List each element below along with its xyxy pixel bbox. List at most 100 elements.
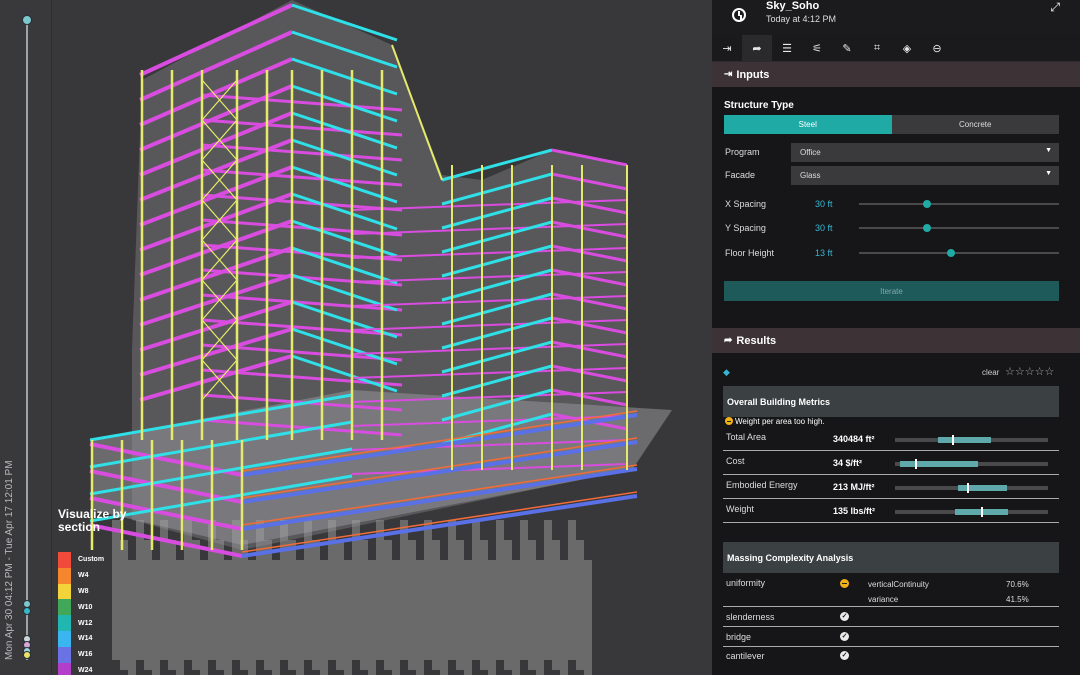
foundation-pile [464, 560, 472, 675]
legend-label: W12 [78, 619, 93, 627]
foundation-pile [472, 520, 480, 660]
legend-swatch [58, 552, 71, 568]
foundation-pile [544, 520, 552, 660]
metric-value: 34 $/ft² [833, 458, 863, 468]
sign-in-icon[interactable]: ⇥ [712, 35, 742, 62]
foundation-pile [408, 540, 416, 670]
search-minus-icon[interactable]: ⊖ [922, 35, 952, 62]
timeline-version-dot[interactable] [23, 607, 31, 615]
foundation-pile [448, 520, 456, 660]
warning-text: Weight per area too high. [735, 417, 825, 426]
foundation-pile [568, 520, 576, 660]
structure-type-toggle: Steel Concrete [724, 115, 1059, 134]
detail-name: verticalContinuity [868, 580, 929, 589]
timeline-track [26, 20, 28, 660]
slider-handle[interactable] [923, 224, 931, 232]
sign-out-icon[interactable]: ➦ [742, 35, 772, 62]
slider-handle[interactable] [923, 200, 931, 208]
slider-handle[interactable] [947, 249, 955, 257]
building-model[interactable] [52, 0, 712, 675]
massing-row-slenderness: slenderness ✓ [723, 608, 1059, 627]
clock-icon[interactable] [732, 8, 746, 22]
inputs-section-header[interactable]: ⇥ Inputs [712, 62, 1080, 87]
foundation-pile [504, 540, 512, 670]
foundation-pile [360, 540, 368, 670]
project-header: Sky_Soho Today at 4:12 PM ⤢ [712, 0, 1080, 35]
legend-label: W10 [78, 603, 93, 611]
foundation-pile [192, 540, 200, 670]
legend-swatch [58, 646, 71, 663]
legend-item: W24 [58, 662, 148, 675]
overall-metrics-header: Overall Building Metrics [723, 386, 1059, 417]
crop-icon[interactable]: ⌗ [862, 35, 892, 62]
foundation-pile [320, 560, 328, 675]
foundation-pile [400, 520, 408, 660]
expand-icon[interactable]: ⤢ [1050, 0, 1060, 15]
history-timeline[interactable]: Mon Apr 30 04:12 PM - Tue Apr 17 12:01 P… [0, 0, 52, 675]
legend-swatch [58, 583, 71, 600]
metric-label: Total Area [726, 432, 767, 442]
foundation-pile [528, 540, 536, 670]
legend-label: W8 [78, 587, 89, 595]
program-value: Office [800, 148, 821, 157]
inputs-title: Inputs [736, 68, 770, 81]
foundation-pile [392, 560, 400, 675]
metric-range-bar [895, 459, 1048, 469]
sliders-icon[interactable]: ⚟ [802, 35, 832, 62]
facade-value: Glass [800, 171, 821, 180]
massing-label: bridge [726, 632, 752, 642]
foundation-pile [424, 520, 432, 660]
foundation-pile [200, 560, 208, 675]
toolbar: ⇥ ➦ ☰ ⚟ ✎ ⌗ ◈ ⊖ [712, 35, 1080, 62]
check-circle-icon: ✓ [840, 632, 849, 641]
legend-swatch [58, 630, 71, 647]
list-icon[interactable]: ☰ [772, 35, 802, 62]
program-select[interactable]: Office ▼ [791, 143, 1059, 162]
x-spacing-slider[interactable] [859, 200, 1059, 208]
x-spacing-value: 30 ft [815, 199, 833, 209]
facade-select[interactable]: Glass ▼ [791, 166, 1059, 185]
foundation-pile [560, 560, 568, 675]
caret-down-icon: ▼ [1045, 147, 1052, 154]
section-legend: Visualize by section Custom W4 W8 W10 W12 W14… [58, 508, 148, 675]
y-spacing-value: 30 ft [815, 223, 833, 233]
foundation-pile [312, 540, 320, 670]
legend-swatch [58, 567, 71, 584]
star-rating[interactable]: ☆☆☆☆☆ [1005, 365, 1054, 378]
steel-option[interactable]: Steel [724, 115, 892, 134]
metric-range-bar [895, 483, 1048, 493]
legend-label: Custom [78, 556, 105, 564]
program-label: Program [725, 147, 760, 157]
project-time: Today at 4:12 PM [766, 14, 837, 24]
timeline-version-dot[interactable] [23, 651, 31, 659]
foundation-pile [456, 540, 464, 670]
metric-value: 340484 ft² [833, 434, 875, 444]
3d-viewport[interactable]: Visualize by section Custom W4 W8 W10 W12 W14… [52, 0, 712, 675]
iterate-button[interactable]: Iterate [724, 281, 1059, 301]
clear-rating-link[interactable]: clear [982, 368, 999, 377]
floor-height-slider[interactable] [859, 249, 1059, 257]
cube-icon[interactable]: ◈ [892, 35, 922, 62]
foundation-pile [496, 520, 504, 660]
foundation-pile [376, 520, 384, 660]
metric-label: Cost [726, 456, 745, 466]
brush-icon[interactable]: ✎ [832, 35, 862, 62]
tag-icon[interactable]: ◆ [723, 367, 730, 378]
foundation-pile [224, 560, 232, 675]
x-spacing-label: X Spacing [725, 199, 767, 209]
results-section-header[interactable]: ➦ Results [712, 328, 1080, 353]
massing-label: slenderness [726, 612, 775, 622]
metric-marker [980, 507, 983, 517]
timeline-start-handle[interactable] [22, 15, 32, 25]
foundation-pile [480, 540, 488, 670]
weight-warning: Weight per area too high. [725, 417, 825, 426]
foundation-pile [576, 540, 584, 670]
legend-label: W4 [78, 572, 89, 580]
foundation-pile [512, 560, 520, 675]
massing-label: uniformity [726, 578, 766, 588]
legend-label: W14 [78, 635, 93, 643]
y-spacing-slider[interactable] [859, 224, 1059, 232]
concrete-option[interactable]: Concrete [891, 115, 1059, 134]
foundation-pile [344, 560, 352, 675]
legend-item: W16 [58, 646, 148, 663]
